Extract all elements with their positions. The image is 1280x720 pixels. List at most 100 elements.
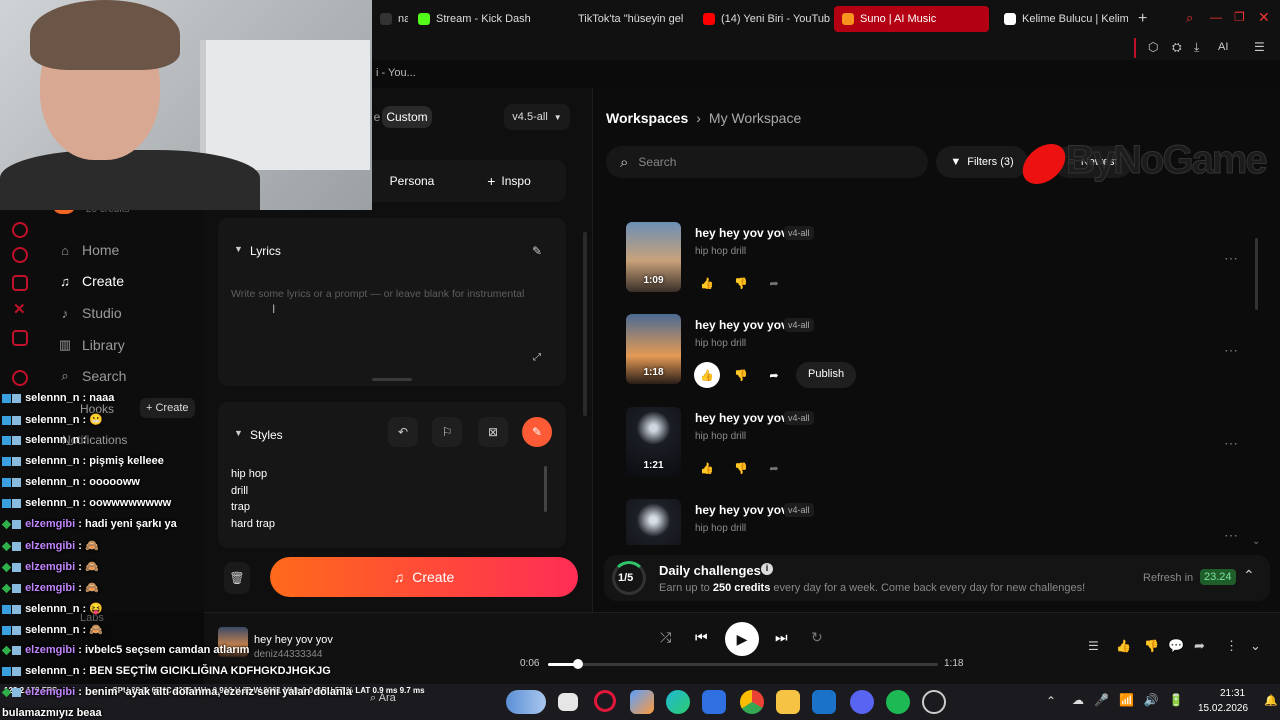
queue-icon[interactable]: ☰: [1088, 639, 1099, 653]
ai-button[interactable]: AI: [1218, 41, 1228, 53]
chevron-up-icon[interactable]: ⌃: [1243, 567, 1255, 584]
dislike-icon[interactable]: 👎: [728, 455, 754, 481]
magic-wand-icon[interactable]: ✎: [522, 236, 552, 266]
undo-icon[interactable]: ↶: [388, 417, 418, 447]
styles-scrollbar[interactable]: [544, 466, 547, 512]
more-options-icon[interactable]: ⋯: [1224, 250, 1238, 267]
social-icon[interactable]: [12, 222, 28, 238]
expand-icon[interactable]: ⤢: [522, 342, 552, 372]
like-icon[interactable]: 👍: [1116, 639, 1131, 653]
progress-track[interactable]: [548, 663, 938, 666]
browser-tab[interactable]: na A: [372, 6, 408, 32]
whatsapp-icon[interactable]: [12, 247, 28, 263]
song-title[interactable]: hey hey yov yov: [695, 318, 788, 332]
version-select[interactable]: v4.5-all ▼: [504, 104, 570, 130]
sidebar-item-library[interactable]: ▥ Library: [58, 337, 125, 353]
song-genre[interactable]: hip hop drill: [695, 338, 746, 349]
maximize-button[interactable]: ❐: [1234, 10, 1245, 24]
files-icon[interactable]: [776, 690, 800, 714]
song-title[interactable]: hey hey yov yov: [695, 226, 788, 240]
more-options-icon[interactable]: ⋯: [1224, 527, 1238, 544]
publish-button[interactable]: Publish: [796, 362, 857, 388]
more-options-icon[interactable]: ⋯: [1224, 435, 1238, 452]
browser-tab[interactable]: Kelime Bulucu | Kelime: [996, 6, 1128, 32]
browser-tab[interactable]: (14) Yeni Biri - YouTube: [695, 6, 830, 32]
sidebar-item-create[interactable]: ♫ Create: [58, 273, 124, 289]
previous-icon[interactable]: ⏮: [695, 629, 708, 646]
song-thumbnail[interactable]: 1:21: [626, 407, 681, 477]
sidebar-item-studio[interactable]: ♪ Studio: [58, 305, 122, 321]
discord-icon[interactable]: [12, 330, 28, 346]
notification-bell-icon[interactable]: 🔔: [1264, 694, 1278, 707]
mode-tab-custom[interactable]: Custom: [382, 106, 432, 128]
tray-chevron-icon[interactable]: ⌃: [1046, 694, 1056, 708]
new-tab-button[interactable]: +: [1138, 10, 1147, 28]
minimize-button[interactable]: —: [1210, 10, 1222, 24]
share-icon[interactable]: ➦: [1194, 638, 1205, 654]
app-icon[interactable]: [922, 690, 946, 714]
task-view-icon[interactable]: [558, 693, 578, 711]
tray-icons[interactable]: ☁🎤📶🔊🔋: [1072, 693, 1194, 707]
song-genre[interactable]: hip hop drill: [695, 246, 746, 257]
instagram-icon[interactable]: [12, 275, 28, 291]
info-icon[interactable]: i: [761, 563, 773, 575]
spotify-icon[interactable]: [886, 690, 910, 714]
comment-icon[interactable]: 💬: [1168, 638, 1184, 654]
persona-button[interactable]: Persona: [372, 168, 452, 194]
x-icon[interactable]: ✕: [13, 300, 26, 318]
panel-scrollbar[interactable]: [583, 232, 587, 416]
store-icon[interactable]: [702, 690, 726, 714]
bookmark-icon[interactable]: ⚐: [432, 417, 462, 447]
song-genre[interactable]: hip hop drill: [695, 431, 746, 442]
browser-tab[interactable]: Stream - Kick Dash: [410, 6, 545, 32]
menu-icon[interactable]: ☰: [1254, 40, 1265, 54]
share-icon[interactable]: ➦: [761, 455, 787, 481]
play-button[interactable]: ▶: [725, 622, 759, 656]
progress-handle[interactable]: [573, 659, 584, 669]
chevron-down-icon[interactable]: ▼: [234, 244, 243, 254]
like-icon[interactable]: 👍: [694, 270, 720, 296]
song-title[interactable]: hey hey yov yov: [695, 411, 788, 425]
song-row[interactable]: hey hey yov yovv4-allhip hop drill👍👎➦⋯: [626, 499, 1246, 545]
collapse-icon[interactable]: ⌄: [1250, 638, 1261, 654]
copilot-icon[interactable]: [630, 690, 654, 714]
more-options-icon[interactable]: ⋯: [1224, 342, 1238, 359]
breadcrumb-root[interactable]: Workspaces: [606, 110, 688, 126]
resize-handle[interactable]: [372, 378, 412, 381]
next-icon[interactable]: ⏭: [775, 629, 788, 646]
outlook-icon[interactable]: [812, 690, 836, 714]
profile-icon[interactable]: ⛭: [1172, 40, 1182, 55]
mode-tab-simple[interactable]: e: [372, 106, 382, 128]
more-icon[interactable]: ⋮: [1225, 638, 1238, 654]
inspo-button[interactable]: + Inspo: [474, 168, 544, 194]
lyrics-input[interactable]: Write some lyrics or a prompt — or leave…: [231, 288, 551, 300]
close-window-button[interactable]: ✕: [1258, 9, 1270, 26]
clock-date[interactable]: 15.02.2026: [1198, 703, 1248, 714]
sidebar-item-search[interactable]: ⌕ Search: [58, 368, 126, 384]
song-row[interactable]: 1:09 hey hey yov yov v4-all hip hop drill 👍 👎…: [626, 222, 1246, 300]
song-thumbnail[interactable]: [626, 499, 681, 545]
edge-icon[interactable]: [666, 690, 690, 714]
song-row[interactable]: 1:18 hey hey yov yov v4-all hip hop drill 👍 👎…: [626, 314, 1246, 392]
like-icon[interactable]: 👍: [694, 455, 720, 481]
breadcrumb-current[interactable]: My Workspace: [709, 110, 801, 126]
youtube-icon[interactable]: [12, 370, 28, 386]
filters-button[interactable]: ▼ Filters (3): [936, 146, 1028, 178]
chevron-down-icon[interactable]: ⌄: [1252, 536, 1260, 547]
song-title[interactable]: hey hey yov yov: [695, 503, 788, 517]
widget-icon[interactable]: [506, 690, 546, 714]
shuffle-icon[interactable]: ⤮: [660, 629, 671, 646]
discord-icon[interactable]: [850, 690, 874, 714]
workspace-scrollbar[interactable]: [1255, 238, 1258, 310]
song-row[interactable]: 1:21 hey hey yov yov v4-all hip hop drill 👍 👎…: [626, 407, 1246, 485]
repeat-icon[interactable]: ↻: [811, 629, 823, 646]
song-thumbnail[interactable]: 1:18: [626, 314, 681, 384]
sidebar-item-home[interactable]: ⌂ Home: [58, 242, 119, 258]
dislike-icon[interactable]: 👎: [728, 270, 754, 296]
downloads-icon[interactable]: ⤓: [1194, 40, 1199, 55]
opera-icon[interactable]: [594, 690, 616, 712]
browser-tab[interactable]: TikTok'ta "hüseyin gel: [552, 6, 692, 32]
share-icon[interactable]: ➦: [761, 362, 787, 388]
browser-tab[interactable]: Suno | AI Music: [834, 6, 989, 32]
clock-time[interactable]: 21:31: [1220, 688, 1245, 699]
